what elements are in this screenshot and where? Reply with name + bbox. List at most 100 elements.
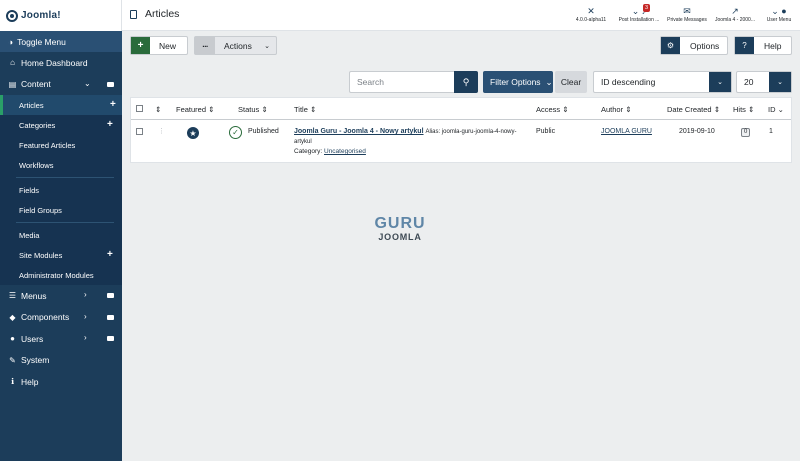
article-title-link[interactable]: Joomla Guru - Joomla 4 - Nowy artykul <box>294 128 424 135</box>
dashboard-icon[interactable] <box>107 314 114 320</box>
joomla-logo[interactable]: Joomla! <box>0 0 122 31</box>
content-submenu: Articles + Categories + Featured Article… <box>0 95 122 285</box>
column-title[interactable]: Title ⇕ <box>294 105 316 114</box>
sidebar-item-menus[interactable]: ☰ Menus › <box>0 285 122 307</box>
user-menu[interactable]: ⌄ ● User Menu <box>758 5 800 23</box>
private-messages-label: Private Messages <box>667 17 707 23</box>
search-button[interactable]: ⚲ <box>454 71 478 93</box>
info-icon: ℹ <box>10 377 15 387</box>
hits-badge: 0 <box>741 128 751 137</box>
post-installation-link[interactable]: ⌄ ♪ 3 Post Installation ... <box>618 4 660 23</box>
select-all-checkbox[interactable] <box>136 105 143 112</box>
list-icon: ☰ <box>8 291 17 301</box>
column-author[interactable]: Author ⇕ <box>601 105 631 114</box>
clear-button[interactable]: Clear <box>555 71 587 93</box>
version-link[interactable]: ✕ 4.0.0-alpha11 <box>570 5 612 23</box>
guru-joomla-watermark: GURU JOOMLA <box>372 215 428 243</box>
sidebar-item-media[interactable]: Media <box>0 225 122 245</box>
sidebar-item-system[interactable]: ✎ System <box>0 350 122 372</box>
divider <box>16 177 114 178</box>
column-access[interactable]: Access ⇕ <box>536 105 569 114</box>
sidebar-item-site-modules[interactable]: Site Modules + <box>0 245 122 265</box>
dashboard-icon[interactable] <box>107 336 114 341</box>
sidebar-item-label: Components <box>21 312 70 323</box>
divider <box>16 222 114 223</box>
sidebar-item-fields[interactable]: Fields <box>0 180 122 200</box>
toggle-icon: ◑ <box>8 36 14 47</box>
sort-select-value: ID descending <box>601 77 656 87</box>
drag-handle[interactable]: ⋮ <box>158 127 165 135</box>
sidebar: Joomla! ◑ Toggle Menu ⌂ Home Dashboard ▤… <box>0 0 122 461</box>
new-button-label: New <box>159 40 177 51</box>
access-text: Public <box>536 128 556 135</box>
sidebar-item-label: Featured Articles <box>19 140 76 150</box>
user-icon: ⌄ ● <box>771 6 787 16</box>
header: Articles ✕ 4.0.0-alpha11 ⌄ ♪ 3 Post Inst… <box>122 0 800 31</box>
sidebar-item-featured-articles[interactable]: Featured Articles <box>0 135 122 155</box>
joomla-icon: ✕ <box>587 6 595 16</box>
add-category-icon[interactable]: + <box>107 119 113 130</box>
column-id[interactable]: ID ⌄ <box>768 105 784 114</box>
bell-icon: ⌄ ♪ <box>631 6 647 16</box>
ordering-sort-icon[interactable]: ⇕ <box>155 105 161 114</box>
sidebar-item-help[interactable]: ℹ Help <box>0 371 122 393</box>
new-button[interactable]: + New <box>130 36 188 55</box>
row-checkbox[interactable] <box>136 128 143 135</box>
sidebar-item-label: System <box>21 355 50 366</box>
sidebar-item-label: Site Modules <box>19 250 63 260</box>
site-preview-label: Joomla 4 - 2000... <box>714 17 756 23</box>
toggle-menu-button[interactable]: ◑ Toggle Menu <box>0 31 122 52</box>
chevron-down-icon: ⌄ <box>709 72 731 92</box>
sidebar-item-label: Field Groups <box>19 205 62 215</box>
column-status[interactable]: Status ⇕ <box>238 105 268 114</box>
watermark-line1: GURU <box>374 215 426 232</box>
add-module-icon[interactable]: + <box>107 249 113 260</box>
add-article-icon[interactable]: + <box>110 99 116 110</box>
options-button[interactable]: ⚙ Options <box>660 36 728 55</box>
sidebar-item-administrator-modules[interactable]: Administrator Modules <box>0 265 122 285</box>
user-menu-label: User Menu <box>766 17 792 23</box>
sidebar-item-content[interactable]: ▤ Content ⌄ <box>0 74 122 96</box>
articles-icon <box>130 9 137 19</box>
sidebar-item-label: Home Dashboard <box>21 57 88 68</box>
category-link[interactable]: Uncategorised <box>324 148 366 155</box>
sidebar-item-articles[interactable]: Articles + <box>0 95 122 115</box>
status-text: Published <box>248 128 279 135</box>
wrench-icon: ✎ <box>9 355 16 365</box>
sort-select[interactable]: ID descending ⌄ <box>593 71 732 93</box>
search-group: ⚲ <box>349 71 478 93</box>
column-date-created[interactable]: Date Created ⇕ <box>667 105 720 114</box>
private-messages-link[interactable]: ✉ Private Messages <box>666 5 708 23</box>
help-button[interactable]: ? Help <box>734 36 792 55</box>
home-icon: ⌂ <box>10 58 15 68</box>
author-link[interactable]: JOOMLA GURU <box>601 128 652 135</box>
column-featured[interactable]: Featured ⇕ <box>176 105 214 114</box>
joomla-logo-icon <box>6 9 18 22</box>
sidebar-item-label: Administrator Modules <box>19 270 94 280</box>
chevron-right-icon: › <box>84 333 87 342</box>
site-preview-link[interactable]: ↗ Joomla 4 - 2000... <box>714 5 756 23</box>
filter-options-button[interactable]: Filter Options ⌄ <box>483 71 553 93</box>
sidebar-item-workflows[interactable]: Workflows <box>0 155 122 175</box>
sidebar-item-home[interactable]: ⌂ Home Dashboard <box>0 52 122 74</box>
sidebar-item-label: Users <box>21 333 44 344</box>
actions-button[interactable]: ··· Actions ⌄ <box>194 36 277 55</box>
sidebar-item-categories[interactable]: Categories + <box>0 115 122 135</box>
articles-table: ⇕ Featured ⇕ Status ⇕ Title ⇕ Access ⇕ A… <box>130 97 792 163</box>
published-check-icon[interactable]: ✓ <box>229 126 242 139</box>
sidebar-item-label: Categories <box>19 120 56 130</box>
chevron-down-icon: ⌄ <box>545 76 553 87</box>
column-hits[interactable]: Hits ⇕ <box>733 105 754 114</box>
id-text: 1 <box>769 128 773 135</box>
limit-select[interactable]: 20 ⌄ <box>736 71 792 93</box>
sidebar-item-field-groups[interactable]: Field Groups <box>0 200 122 220</box>
chevron-down-icon: ⌄ <box>264 42 270 50</box>
dashboard-icon[interactable] <box>107 293 114 298</box>
featured-star-icon[interactable]: ★ <box>187 127 199 139</box>
sidebar-item-users[interactable]: ● Users › <box>0 328 122 350</box>
search-icon: ⚲ <box>462 76 470 87</box>
search-input[interactable] <box>349 71 454 93</box>
dashboard-icon[interactable] <box>107 81 114 87</box>
watermark-line2: JOOMLA <box>378 232 422 242</box>
sidebar-item-components[interactable]: ◆ Components › <box>0 307 122 329</box>
